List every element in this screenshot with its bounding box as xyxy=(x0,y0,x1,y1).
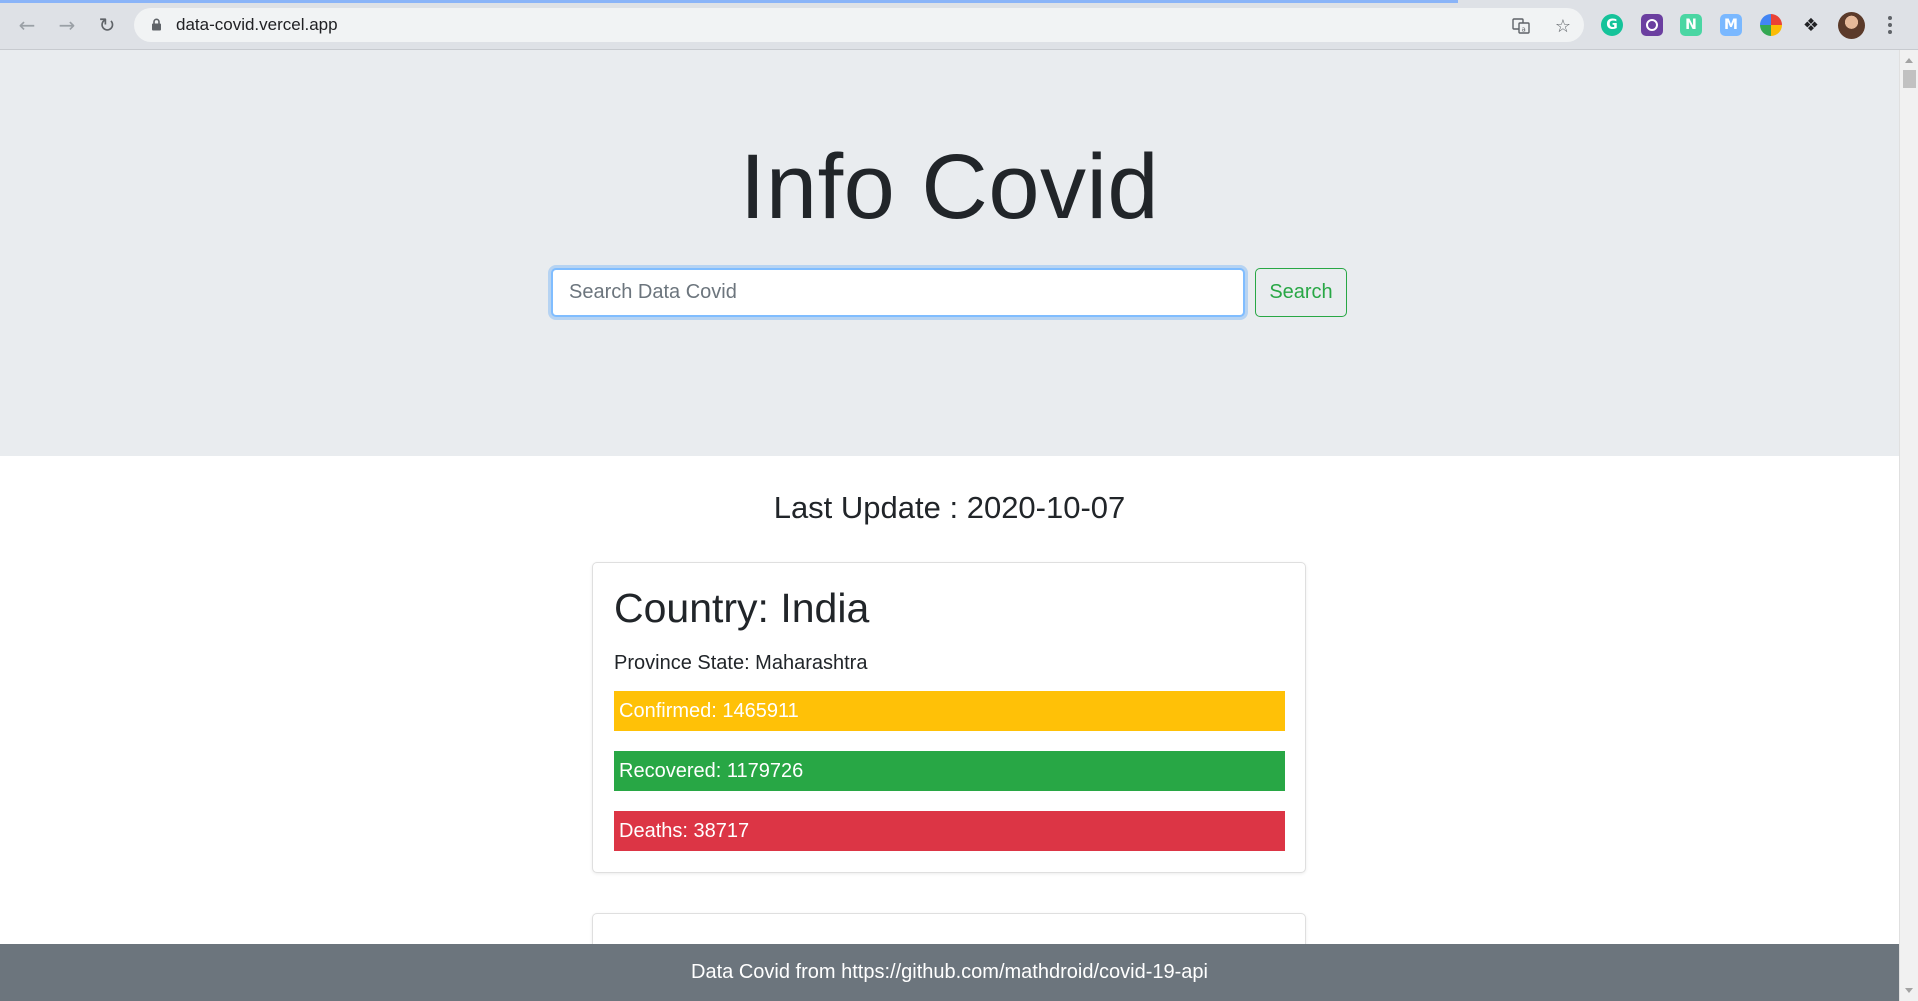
search-button[interactable]: Search xyxy=(1255,268,1347,317)
search-input[interactable] xyxy=(551,268,1245,317)
forward-icon[interactable]: → xyxy=(53,11,81,39)
grammarly-icon[interactable]: G xyxy=(1601,14,1623,36)
province-state-text: Province State: Maharashtra xyxy=(614,652,868,674)
address-bar[interactable]: data-covid.vercel.app a ☆ xyxy=(134,8,1584,42)
menu-icon[interactable] xyxy=(1882,13,1898,37)
lock-icon[interactable] xyxy=(151,18,162,31)
page-viewport: Info Covid Search Last Update : 2020-10-… xyxy=(0,50,1899,1001)
browser-toolbar: ← → ↻ data-covid.vercel.app a ☆ G N M ❖ xyxy=(0,0,1918,50)
footer: Data Covid from https://github.com/mathd… xyxy=(0,944,1899,1001)
extension-icon[interactable]: N xyxy=(1680,14,1702,36)
puzzle-icon[interactable]: ❖ xyxy=(1800,14,1822,36)
hero-section: Info Covid Search xyxy=(0,50,1899,456)
translate-icon[interactable]: a xyxy=(1510,15,1532,37)
page-title: Info Covid xyxy=(739,136,1160,238)
back-icon[interactable]: ← xyxy=(13,11,41,39)
scroll-down-icon[interactable] xyxy=(1905,988,1913,993)
vertical-scrollbar[interactable] xyxy=(1899,50,1918,1001)
svg-text:a: a xyxy=(1522,26,1526,34)
extension-icon[interactable] xyxy=(1641,14,1663,36)
deaths-bar: Deaths: 38717 xyxy=(614,811,1285,851)
confirmed-bar: Confirmed: 1465911 xyxy=(614,691,1285,731)
scroll-thumb[interactable] xyxy=(1903,70,1916,88)
url-text[interactable]: data-covid.vercel.app xyxy=(176,15,338,35)
avatar[interactable] xyxy=(1838,12,1865,39)
page-load-progress xyxy=(0,0,1458,3)
color-picker-icon[interactable] xyxy=(1760,14,1782,36)
reload-icon[interactable]: ↻ xyxy=(93,11,121,39)
extension-icon[interactable]: M xyxy=(1720,14,1742,36)
star-icon[interactable]: ☆ xyxy=(1552,15,1574,37)
recovered-bar: Recovered: 1179726 xyxy=(614,751,1285,791)
last-update-heading: Last Update : 2020-10-07 xyxy=(773,490,1126,525)
country-card: Country: India Province State: Maharasht… xyxy=(592,562,1306,873)
scroll-up-icon[interactable] xyxy=(1905,58,1913,63)
country-title: Country: India xyxy=(614,585,870,631)
